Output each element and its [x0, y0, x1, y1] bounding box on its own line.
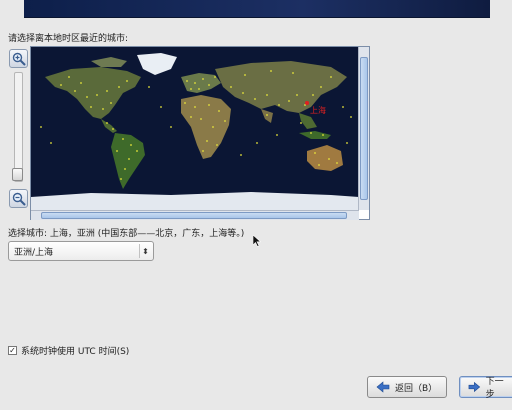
zoom-in-button[interactable] — [9, 49, 28, 68]
zoom-out-icon — [12, 192, 26, 206]
arrow-left-icon — [376, 381, 390, 393]
map-vertical-scroll-thumb[interactable] — [360, 57, 368, 200]
timezone-combo-value: 亚洲/上海 — [14, 247, 54, 258]
timezone-map-frame: 上海 — [30, 46, 370, 220]
selected-city-label: 选择城市: 上海，亚洲 (中国东部——北京，广东，上海等。) — [8, 229, 245, 239]
next-button-label: 下一步 — [485, 377, 504, 400]
utc-checkbox-label: 系统时钟使用 UTC 时间(S) — [21, 347, 130, 357]
zoom-in-icon — [12, 52, 26, 66]
world-map[interactable]: 上海 — [31, 47, 359, 210]
arrow-right-icon — [468, 381, 481, 393]
zoom-slider-track[interactable] — [14, 72, 23, 182]
world-map-image — [31, 47, 359, 210]
map-horizontal-scrollbar[interactable] — [31, 210, 359, 220]
zoom-out-button[interactable] — [9, 189, 28, 208]
dropdown-arrow-icon: ⬍ — [139, 244, 151, 258]
map-horizontal-scroll-thumb[interactable] — [41, 212, 347, 219]
map-vertical-scrollbar[interactable] — [358, 47, 369, 210]
header-banner — [24, 0, 490, 18]
page-prompt: 请选择离本地时区最近的城市: — [8, 34, 129, 44]
selected-city-marker-label: 上海 — [310, 106, 326, 115]
utc-checkbox[interactable]: ✓ — [8, 346, 17, 355]
zoom-slider-handle[interactable] — [12, 168, 23, 181]
back-button[interactable]: 返回（B） — [367, 376, 447, 398]
mouse-pointer-icon — [253, 235, 261, 247]
back-button-label: 返回（B） — [395, 383, 438, 394]
utc-option[interactable]: ✓ 系统时钟使用 UTC 时间(S) — [8, 344, 129, 357]
next-button[interactable]: 下一步 — [459, 376, 512, 400]
timezone-combo[interactable]: 亚洲/上海 ⬍ — [8, 241, 154, 261]
